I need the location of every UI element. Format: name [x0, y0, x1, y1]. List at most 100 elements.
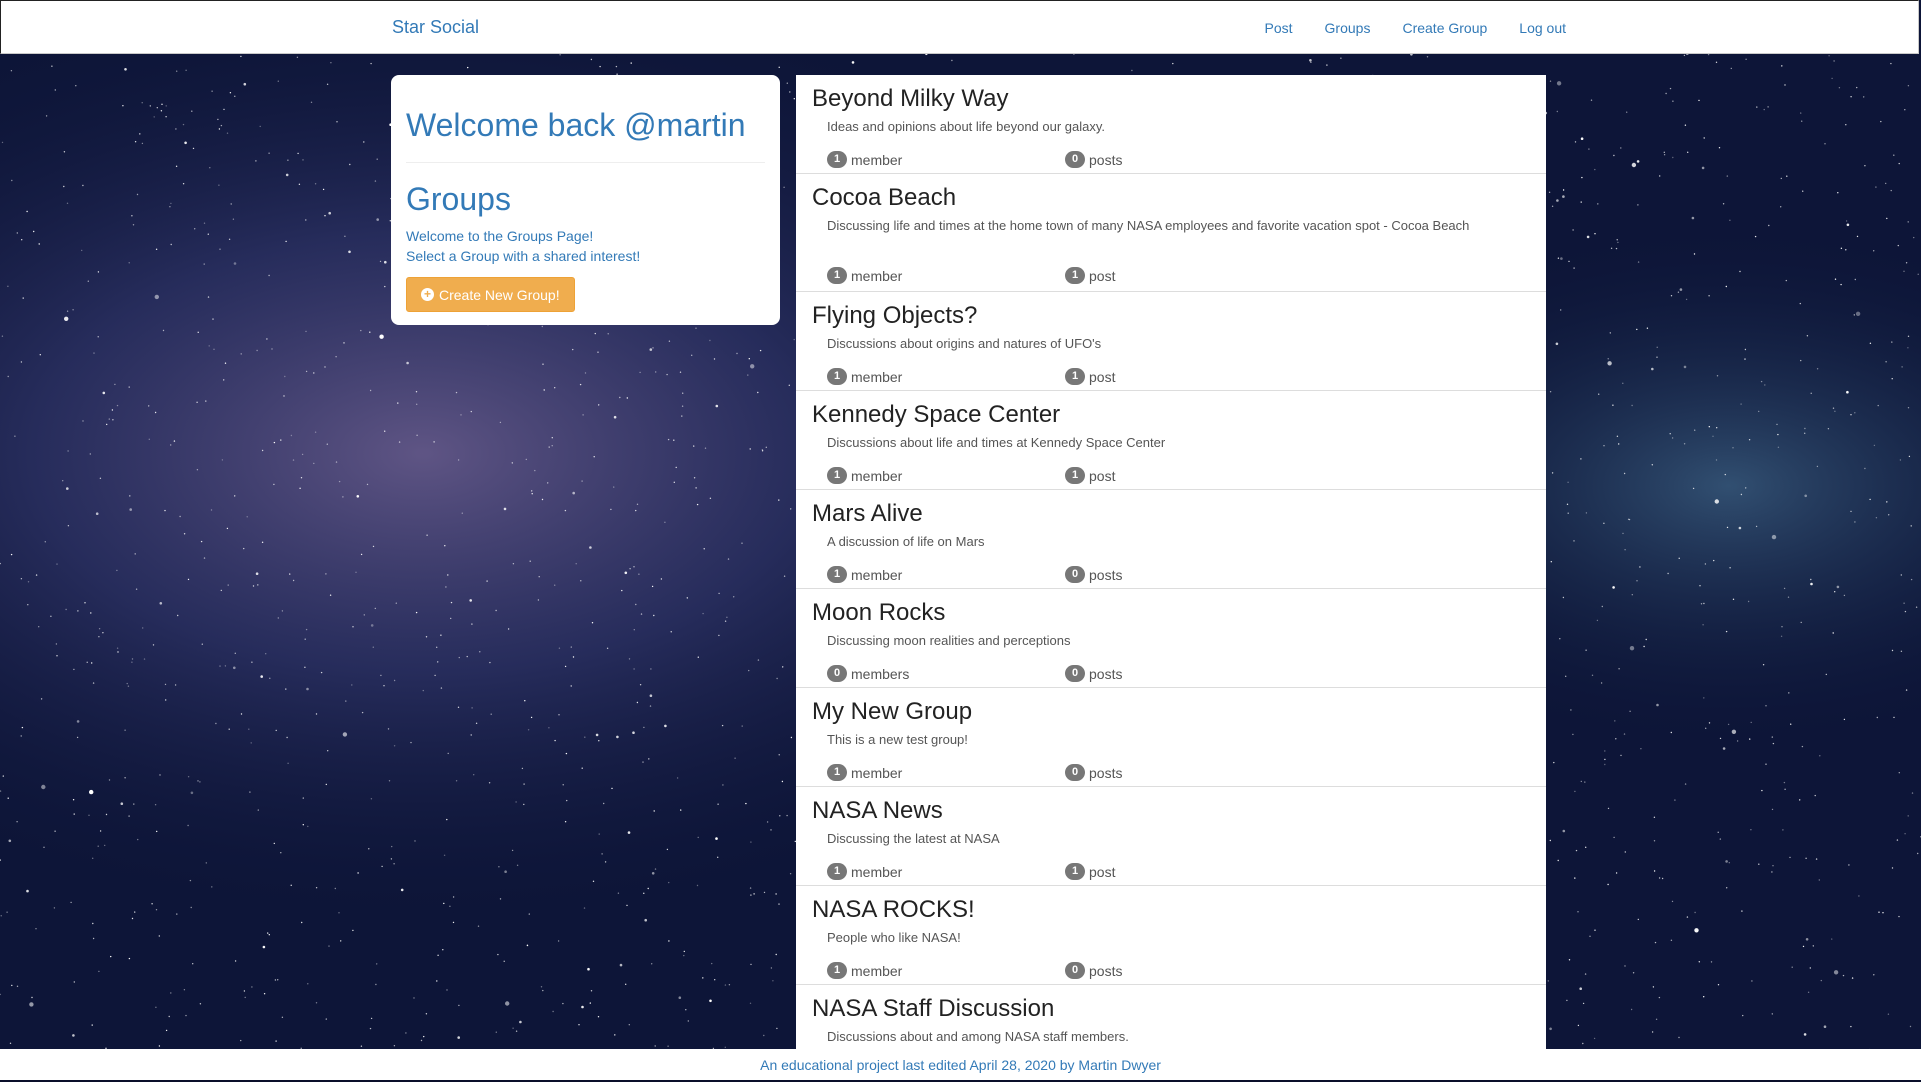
- brand-link[interactable]: Star Social: [392, 17, 479, 38]
- star: [393, 1045, 396, 1047]
- group-description: Discussions about and among NASA staff m…: [827, 1029, 1129, 1044]
- star: [1763, 108, 1765, 111]
- star: [1777, 433, 1779, 436]
- star: [268, 152, 270, 154]
- star: [628, 658, 631, 660]
- star: [227, 584, 229, 586]
- star: [1771, 736, 1774, 738]
- group-name-link[interactable]: Cocoa Beach: [812, 184, 956, 212]
- star: [63, 151, 66, 153]
- group-list-item[interactable]: Flying Objects? Discussions about origins…: [796, 292, 1546, 391]
- star: [210, 509, 213, 511]
- nav-create-group-link[interactable]: Create Group: [1402, 20, 1487, 36]
- nav-groups-link[interactable]: Groups: [1325, 20, 1371, 36]
- star: [366, 483, 369, 486]
- post-count-label: posts: [1089, 665, 1123, 682]
- star: [1654, 941, 1657, 944]
- star: [749, 887, 752, 889]
- star: [1891, 378, 1893, 380]
- star: [1910, 525, 1912, 527]
- star: [1659, 175, 1661, 177]
- star: [748, 358, 750, 360]
- group-name-link[interactable]: NASA News: [812, 797, 943, 825]
- star: [322, 188, 325, 191]
- group-name-link[interactable]: Mars Alive: [812, 500, 923, 528]
- star: [1725, 860, 1728, 863]
- star: [310, 101, 313, 104]
- star: [1582, 1042, 1584, 1045]
- star: [1907, 347, 1909, 349]
- star: [1771, 534, 1777, 540]
- star: [1744, 358, 1746, 360]
- star: [781, 780, 784, 783]
- group-list-item[interactable]: Moon Rocks Discussing moon realities and …: [796, 589, 1546, 688]
- group-name-link[interactable]: Beyond Milky Way: [812, 85, 1009, 113]
- star: [1613, 836, 1615, 839]
- star: [495, 609, 497, 612]
- star: [16, 985, 19, 987]
- member-count-label: member: [851, 368, 903, 385]
- star: [1693, 253, 1696, 255]
- star: [66, 202, 69, 204]
- star: [128, 957, 131, 960]
- star: [718, 634, 720, 637]
- group-name-link[interactable]: My New Group: [812, 698, 972, 726]
- star: [1716, 375, 1719, 377]
- group-name-link[interactable]: NASA Staff Discussion: [812, 995, 1054, 1023]
- nav-logout-link[interactable]: Log out: [1519, 20, 1566, 36]
- star: [370, 1017, 373, 1020]
- star: [55, 643, 58, 645]
- star: [575, 563, 577, 565]
- star: [374, 607, 376, 610]
- star: [1725, 285, 1728, 288]
- star: [1780, 177, 1783, 180]
- star: [369, 1027, 372, 1030]
- group-name-link[interactable]: NASA ROCKS!: [812, 896, 975, 924]
- star: [1631, 594, 1634, 596]
- star: [406, 361, 409, 365]
- group-list-item[interactable]: Kennedy Space Center Discussions about li…: [796, 391, 1546, 490]
- star: [127, 685, 130, 687]
- star: [45, 115, 48, 117]
- star: [170, 444, 172, 446]
- star: [302, 797, 304, 799]
- group-list-item[interactable]: Cocoa Beach Discussing life and times at …: [796, 174, 1546, 292]
- star: [160, 110, 163, 112]
- create-new-group-button[interactable]: + Create New Group!: [406, 277, 575, 312]
- star: [1670, 939, 1673, 941]
- star: [562, 784, 564, 786]
- group-list-item[interactable]: Mars Alive A discussion of life on Mars 1 m…: [796, 490, 1546, 589]
- star: [351, 684, 353, 686]
- star: [1665, 92, 1667, 95]
- group-list-item[interactable]: NASA Staff Discussion Discussions about a…: [796, 985, 1546, 1050]
- star: [283, 395, 285, 397]
- star: [1640, 748, 1642, 750]
- star: [217, 118, 219, 121]
- star: [1831, 77, 1833, 80]
- star: [1624, 965, 1626, 967]
- star: [156, 830, 158, 833]
- star: [1705, 727, 1707, 729]
- group-list-item[interactable]: Beyond Milky Way Ideas and opinions about…: [796, 75, 1546, 174]
- star: [1843, 594, 1846, 597]
- star: [1904, 833, 1906, 835]
- star: [1825, 673, 1828, 676]
- star: [779, 815, 781, 817]
- group-name-link[interactable]: Moon Rocks: [812, 599, 945, 627]
- group-name-link[interactable]: Flying Objects?: [812, 302, 977, 330]
- star: [1591, 674, 1594, 676]
- star: [183, 989, 186, 991]
- group-list-item[interactable]: My New Group This is a new test group! 1 me…: [796, 688, 1546, 787]
- star: [1557, 257, 1560, 259]
- star: [499, 421, 502, 424]
- star: [461, 512, 463, 514]
- group-description: Discussing life and times at the home to…: [827, 218, 1470, 233]
- nav-post-link[interactable]: Post: [1265, 20, 1293, 36]
- star: [1629, 646, 1635, 651]
- star: [1551, 472, 1554, 474]
- group-list-item[interactable]: NASA News Discussing the latest at NASA 1 m…: [796, 787, 1546, 886]
- star: [1850, 96, 1852, 98]
- star: [595, 733, 599, 737]
- group-list-item[interactable]: NASA ROCKS! People who like NASA! 1 member 0…: [796, 886, 1546, 985]
- group-name-link[interactable]: Kennedy Space Center: [812, 401, 1060, 429]
